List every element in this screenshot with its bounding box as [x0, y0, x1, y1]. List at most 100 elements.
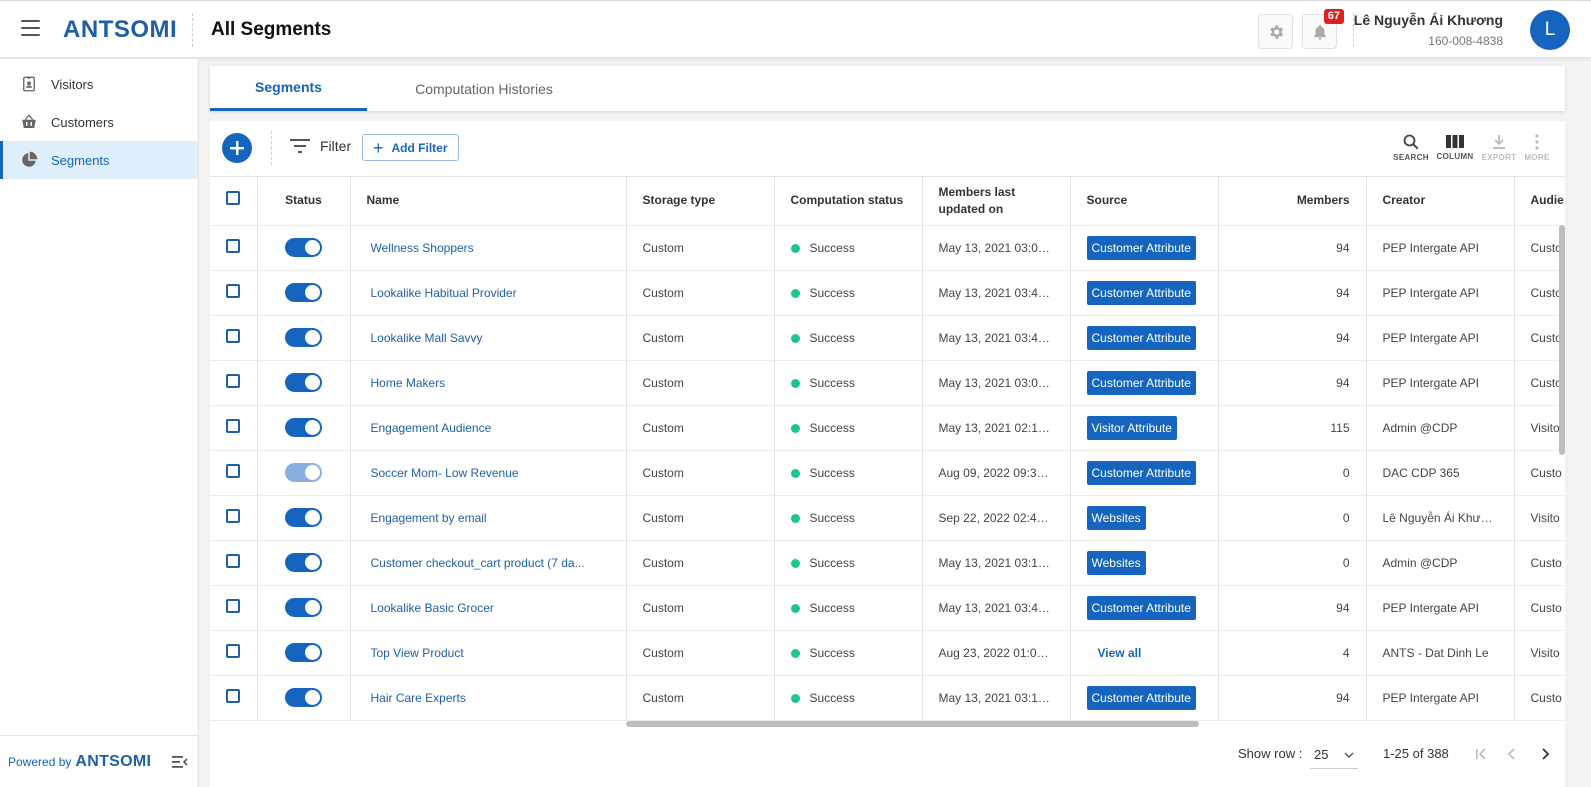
avatar[interactable]: L: [1530, 10, 1570, 50]
export-tool-label: EXPORT: [1481, 153, 1517, 162]
segment-name-link[interactable]: Lookalike Mall Savvy: [350, 315, 627, 361]
column-header[interactable]: Creator: [1366, 177, 1515, 226]
menu-icon[interactable]: [21, 20, 40, 36]
sidebar-item-label: Visitors: [51, 76, 94, 92]
column-header[interactable]: Computation status: [774, 177, 923, 226]
segment-name-link[interactable]: Home Makers: [350, 360, 627, 406]
gear-icon: [1269, 24, 1283, 39]
table-row[interactable]: Customer checkout_cart product (7 da... C…: [210, 540, 1565, 586]
row-checkbox[interactable]: [226, 509, 241, 523]
status-toggle[interactable]: [285, 373, 322, 392]
source-badge[interactable]: Visitor Attribute: [1086, 415, 1177, 440]
segment-name-link[interactable]: Wellness Shoppers: [350, 225, 627, 271]
segment-name-link[interactable]: Hair Care Experts: [350, 675, 627, 721]
status-toggle[interactable]: [285, 328, 322, 347]
table-row[interactable]: Top View Product Custom Success Aug 23, 202…: [210, 630, 1565, 676]
column-header[interactable]: Source: [1070, 177, 1219, 226]
table-row[interactable]: Home Makers Custom Success May 13, 2021 03:…: [210, 360, 1565, 406]
status-toggle[interactable]: [285, 463, 322, 482]
row-checkbox[interactable]: [226, 644, 241, 658]
status-cell: [257, 270, 351, 316]
column-header[interactable]: Audie: [1514, 177, 1565, 226]
filter-button[interactable]: Filter: [290, 138, 351, 154]
export-tool[interactable]: EXPORT: [1479, 134, 1519, 162]
segment-name-link[interactable]: Engagement Audience: [350, 405, 627, 451]
status-toggle[interactable]: [285, 238, 322, 257]
sidebar-item-visitors[interactable]: Visitors: [0, 65, 198, 103]
row-checkbox[interactable]: [226, 464, 241, 478]
tab-computation-histories[interactable]: Computation Histories: [367, 66, 601, 111]
column-header[interactable]: Members: [1218, 177, 1367, 226]
table-row[interactable]: Engagement by email Custom Success Sep 22, …: [210, 495, 1565, 541]
row-select-cell: [210, 360, 258, 406]
source-badge[interactable]: Customer Attribute: [1086, 460, 1196, 485]
status-toggle[interactable]: [285, 688, 322, 707]
status-toggle[interactable]: [285, 598, 322, 617]
column-header[interactable]: Members last updated on: [922, 177, 1071, 226]
creator-cell: Admin @CDP: [1366, 540, 1515, 586]
row-checkbox[interactable]: [226, 239, 241, 253]
row-checkbox[interactable]: [226, 284, 241, 298]
row-checkbox[interactable]: [226, 374, 241, 388]
success-status-dot: [790, 423, 800, 433]
collapse-sidebar-icon[interactable]: [172, 755, 188, 772]
column-header[interactable]: Storage type: [626, 177, 775, 226]
search-tool[interactable]: SEARCH: [1391, 134, 1431, 162]
row-checkbox[interactable]: [226, 419, 241, 433]
status-toggle[interactable]: [285, 418, 322, 437]
segment-name-link[interactable]: Engagement by email: [350, 495, 627, 541]
segment-name-link[interactable]: Lookalike Habitual Provider: [350, 270, 627, 316]
status-toggle[interactable]: [285, 643, 322, 662]
status-toggle[interactable]: [285, 508, 322, 527]
members-cell: 94: [1218, 225, 1367, 271]
row-checkbox[interactable]: [226, 329, 241, 343]
horizontal-scrollbar[interactable]: [626, 721, 1199, 727]
antsomi-logo[interactable]: ANTSOMI: [63, 16, 177, 44]
source-badge[interactable]: Customer Attribute: [1086, 370, 1196, 395]
table-row[interactable]: Hair Care Experts Custom Success May 13, 20…: [210, 675, 1565, 721]
table-row[interactable]: Wellness Shoppers Custom Success May 13, 20…: [210, 225, 1565, 271]
select-all-checkbox[interactable]: [226, 191, 241, 206]
segment-name-link[interactable]: Top View Product: [350, 630, 627, 676]
table-row[interactable]: Lookalike Basic Grocer Custom Success May 1…: [210, 585, 1565, 631]
add-filter-button[interactable]: + Add Filter: [362, 134, 459, 161]
column-header[interactable]: Status: [257, 177, 351, 226]
table-row[interactable]: Engagement Audience Custom Success May 13, …: [210, 405, 1565, 451]
column-header[interactable]: Name: [350, 177, 627, 226]
segment-name-link[interactable]: Customer checkout_cart product (7 da...: [350, 540, 627, 586]
pie-chart-icon: [19, 150, 39, 170]
table-row[interactable]: Soccer Mom- Low Revenue Custom Success Aug …: [210, 450, 1565, 496]
source-badge[interactable]: Customer Attribute: [1086, 235, 1196, 260]
row-checkbox[interactable]: [226, 554, 241, 568]
vertical-scrollbar[interactable]: [1559, 225, 1565, 455]
segment-name-link[interactable]: Lookalike Basic Grocer: [350, 585, 627, 631]
settings-button[interactable]: [1258, 14, 1293, 49]
creator-cell: PEP Intergate API: [1366, 270, 1515, 316]
rows-per-page-select[interactable]: 25: [1310, 741, 1358, 769]
table-row[interactable]: Lookalike Habitual Provider Custom Success…: [210, 270, 1565, 316]
row-checkbox[interactable]: [226, 689, 241, 703]
sidebar-item-customers[interactable]: Customers: [0, 103, 198, 141]
source-badge[interactable]: Websites: [1086, 505, 1146, 530]
prev-page-button[interactable]: [1499, 742, 1523, 766]
source-badge[interactable]: Customer Attribute: [1086, 280, 1196, 305]
add-segment-button[interactable]: [222, 133, 252, 163]
notification-button[interactable]: 67: [1302, 9, 1344, 49]
first-page-button[interactable]: [1469, 742, 1493, 766]
column-tool[interactable]: COLUMN: [1435, 134, 1475, 161]
source-badge[interactable]: Customer Attribute: [1086, 685, 1196, 710]
source-badge[interactable]: Customer Attribute: [1086, 595, 1196, 620]
sidebar-item-segments[interactable]: Segments: [0, 141, 198, 179]
next-page-button[interactable]: [1534, 742, 1558, 766]
row-select-cell: [210, 270, 258, 316]
table-row[interactable]: Lookalike Mall Savvy Custom Success May 13,…: [210, 315, 1565, 361]
source-badge[interactable]: Customer Attribute: [1086, 325, 1196, 350]
source-badge[interactable]: Websites: [1086, 550, 1146, 575]
view-all-sources-link[interactable]: View all: [1087, 646, 1142, 660]
segment-name-link[interactable]: Soccer Mom- Low Revenue: [350, 450, 627, 496]
status-toggle[interactable]: [285, 553, 322, 572]
more-tool[interactable]: MORE: [1517, 134, 1557, 162]
row-checkbox[interactable]: [226, 599, 241, 613]
status-toggle[interactable]: [285, 283, 322, 302]
tab-segments[interactable]: Segments: [210, 66, 367, 111]
